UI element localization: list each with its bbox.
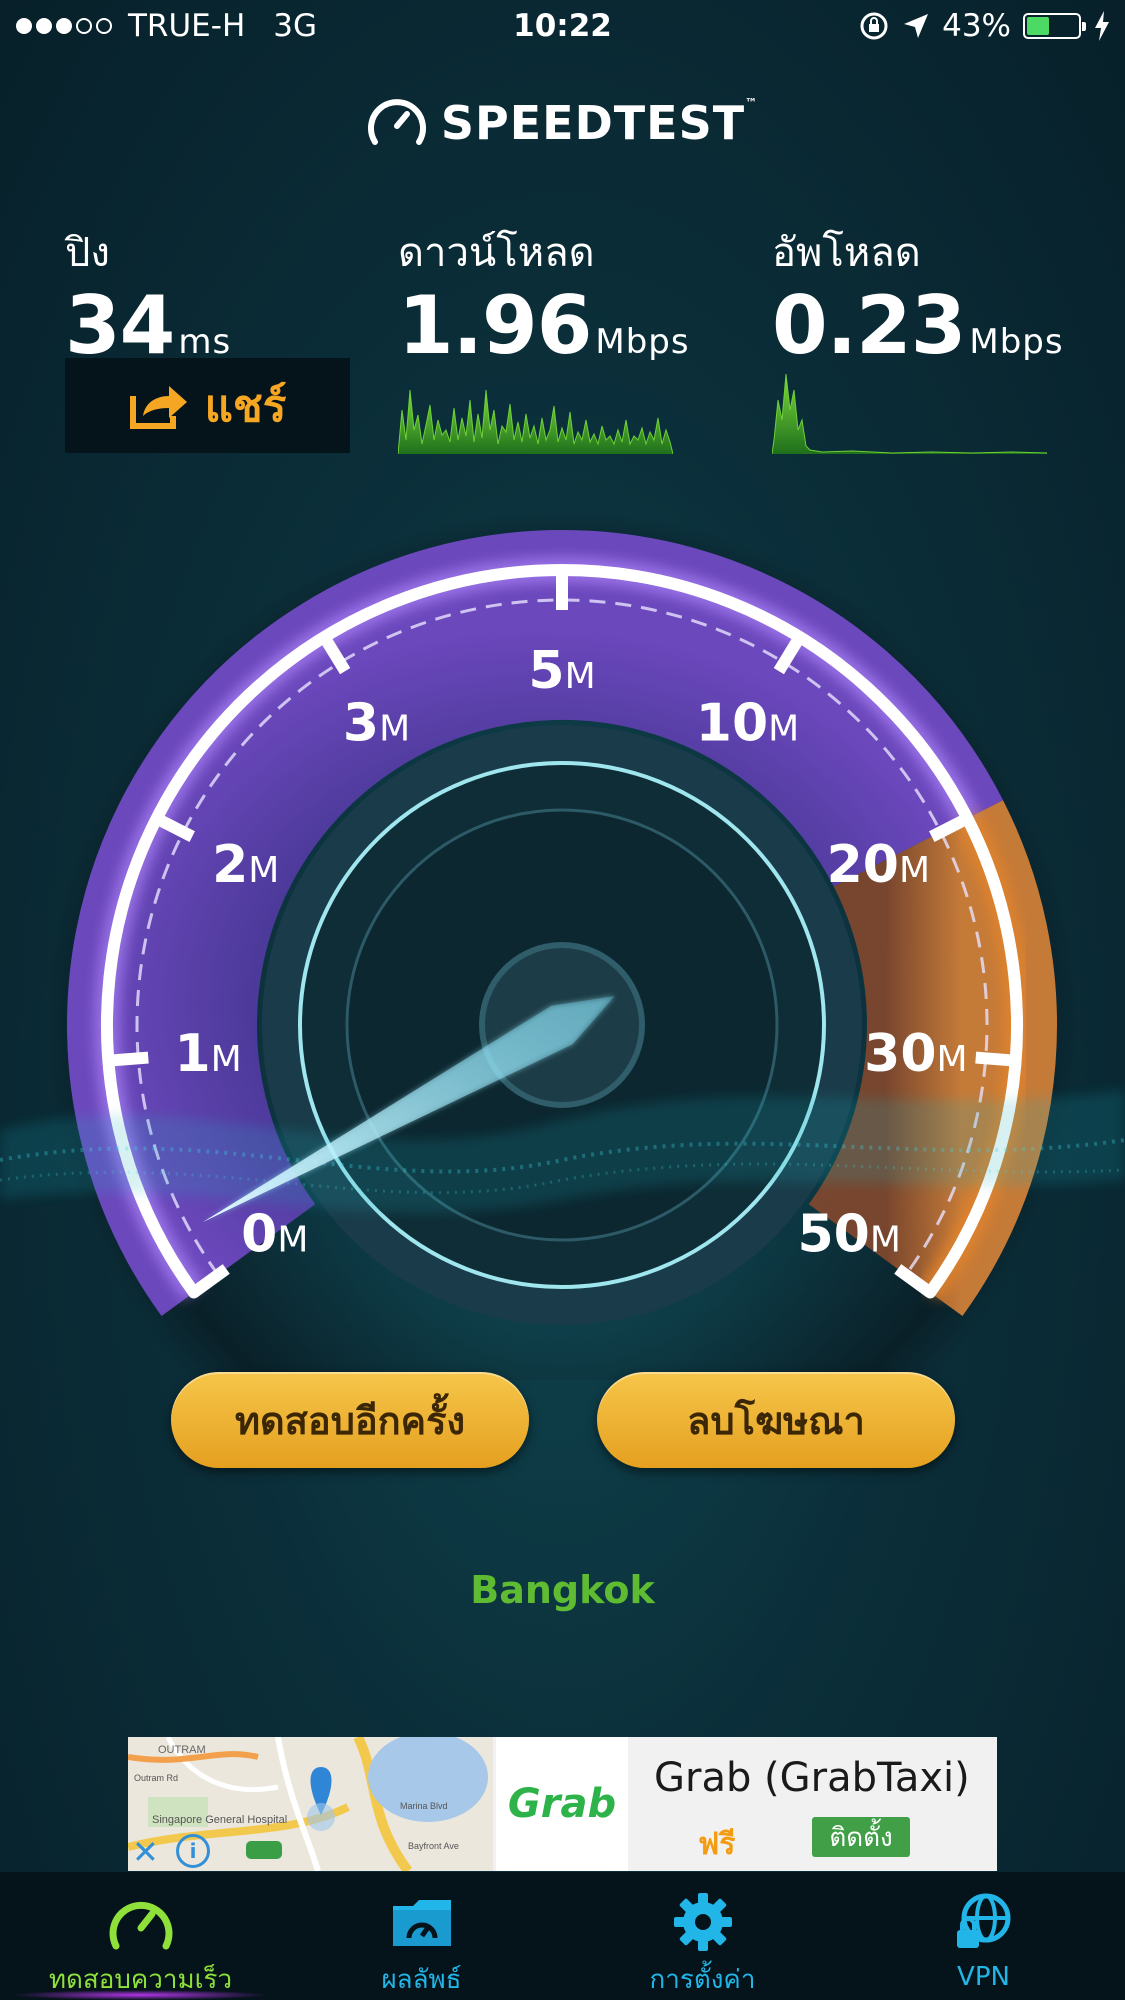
grab-logo: Grab <box>496 1737 628 1871</box>
vpn-globe-lock-icon <box>956 1893 1010 1948</box>
tab-speed-test[interactable]: ทดสอบความเร็ว <box>0 1872 281 2000</box>
ad-price: ฟรี <box>698 1827 736 1862</box>
tab-speed-test-label: ทดสอบความเร็ว <box>48 1965 233 1995</box>
remove-ads-button[interactable]: ลบโฆษณา <box>597 1372 955 1468</box>
ad-install-button[interactable]: ติดตั้ง <box>812 1817 910 1857</box>
tab-vpn-label: VPN <box>957 1962 1010 1992</box>
tab-vpn[interactable]: VPN <box>843 1872 1124 2000</box>
map-label-marina: Marina Blvd <box>400 1801 448 1811</box>
gauge-tick <box>107 1051 149 1067</box>
status-bar: TRUE-H 3G 10:22 43% <box>0 0 1125 56</box>
share-label: แชร์ <box>204 380 287 432</box>
download-sparkline <box>398 389 673 454</box>
app-title: SPEEDTEST™ <box>440 96 759 150</box>
ad-close-icon[interactable]: ✕ <box>132 1833 159 1871</box>
results-folder-icon <box>392 1899 451 1946</box>
map-label-outram: OUTRAM <box>158 1744 206 1756</box>
tab-results-label: ผลลัพธ์ <box>381 1965 462 1995</box>
tab-settings-label: การตั้งค่า <box>649 1965 756 1995</box>
tab-results[interactable]: ผลลัพธ์ <box>281 1872 562 2000</box>
map-label-hospital: Singapore General Hospital <box>152 1814 287 1826</box>
gear-icon <box>673 1892 732 1951</box>
status-right: 43% <box>858 8 1111 44</box>
upload-label: อัพโหลด <box>772 230 921 276</box>
upload-metric: อัพโหลด 0.23 Mbps <box>772 220 1064 384</box>
server-location[interactable]: Bangkok <box>0 1568 1125 1612</box>
ad-banner[interactable]: OUTRAM Singapore General Hospital Marina… <box>128 1737 997 1871</box>
download-label: ดาวน์โหลด <box>398 230 595 276</box>
share-icon <box>129 385 187 429</box>
charging-bolt-icon <box>1095 11 1109 41</box>
ad-title: Grab (GrabTaxi) <box>654 1755 970 1801</box>
location-arrow-icon <box>904 14 929 38</box>
battery-icon <box>1023 13 1086 39</box>
speed-gauge: 0M1M2M3M5M10M20M30M50M <box>0 510 1125 1380</box>
download-value: 1.96 Mbps <box>398 279 690 372</box>
upload-value: 0.23 Mbps <box>772 279 1064 372</box>
tab-bar: ทดสอบความเร็ว ผลลัพธ์ การตั้งค่า VPN <box>0 1872 1125 2000</box>
ping-label: ปิง <box>65 230 110 276</box>
test-again-button[interactable]: ทดสอบอีกครั้ง <box>171 1372 529 1468</box>
share-button[interactable]: แชร์ <box>65 358 350 453</box>
map-label-outram-rd: Outram Rd <box>134 1773 178 1783</box>
orientation-lock-icon <box>860 12 888 40</box>
battery-percent: 43% <box>942 8 1011 44</box>
gauge-tick <box>975 1051 1017 1067</box>
ad-info-icon[interactable]: i <box>176 1834 210 1868</box>
app-logo: SPEEDTEST™ <box>0 96 1125 150</box>
tab-settings[interactable]: การตั้งค่า <box>562 1872 843 2000</box>
map-label-bayfront: Bayfront Ave <box>408 1841 459 1851</box>
download-metric: ดาวน์โหลด 1.96 Mbps <box>398 220 690 384</box>
speedometer-icon <box>109 1901 172 1949</box>
speedometer-logo-icon <box>367 99 426 145</box>
upload-sparkline <box>772 373 1047 454</box>
